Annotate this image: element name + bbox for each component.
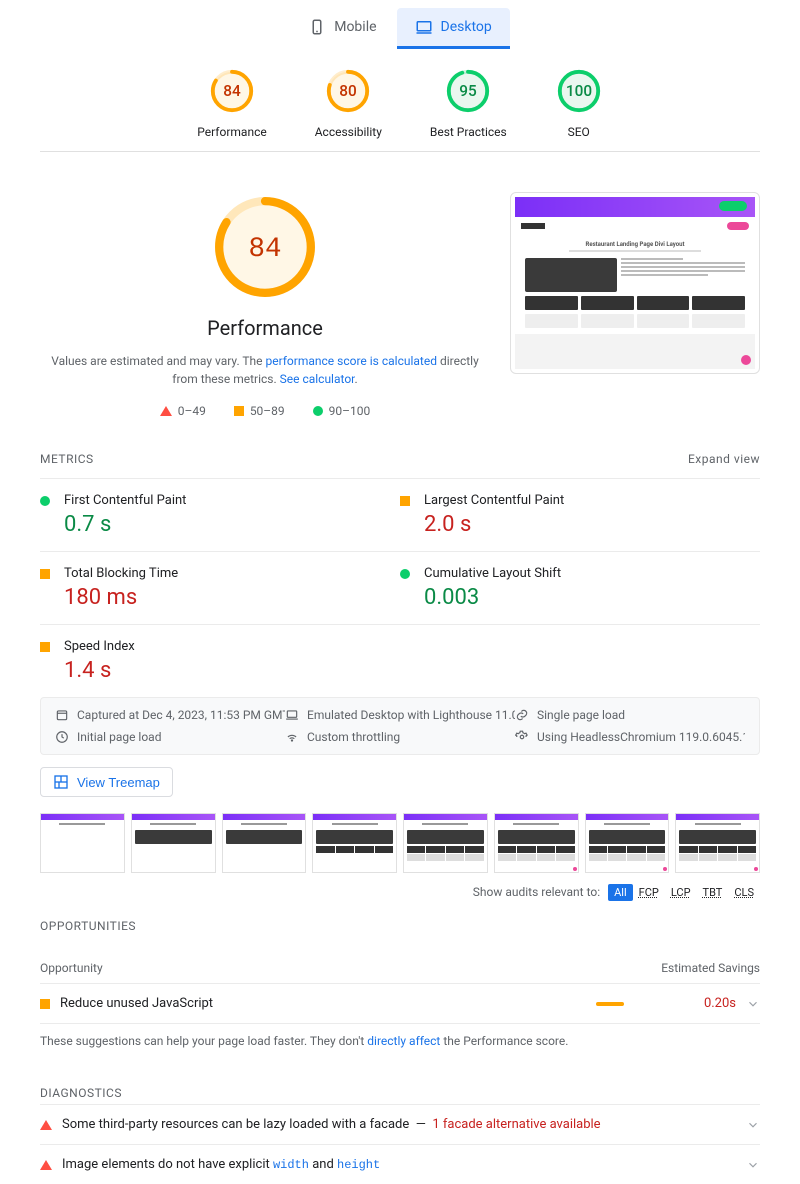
opportunities-note: These suggestions can help your page loa…	[40, 1023, 760, 1058]
triangle-icon	[40, 1120, 52, 1130]
score-legend: 0–49 50–89 90–100	[50, 404, 480, 418]
link-directly-affect[interactable]: directly affect	[367, 1034, 440, 1048]
treemap-icon	[53, 774, 69, 790]
clock-icon	[55, 730, 69, 744]
opp-col-opportunity: Opportunity	[40, 961, 103, 975]
square-icon	[40, 569, 50, 579]
laptop-icon	[285, 708, 299, 722]
triangle-icon	[160, 406, 172, 416]
svg-text:84: 84	[223, 82, 241, 100]
device-tabs: Mobile Desktop	[0, 0, 800, 49]
metric-first-contentful-paint: First Contentful Paint 0.7 s	[40, 478, 400, 551]
metrics-grid: First Contentful Paint 0.7 s Largest Con…	[0, 466, 800, 697]
chevron-down-icon[interactable]	[746, 997, 760, 1011]
diagnostic-row[interactable]: Image elements do not have explicit widt…	[40, 1144, 760, 1184]
diagnostic-row[interactable]: Some third-party resources can be lazy l…	[40, 1104, 760, 1144]
svg-text:95: 95	[460, 82, 478, 100]
filmstrip-frame[interactable]	[222, 813, 307, 873]
svg-text:100: 100	[566, 82, 592, 100]
page-screenshot: Restaurant Landing Page Divi Layout	[510, 192, 760, 374]
metrics-header: METRICS	[40, 452, 94, 466]
circle-icon	[313, 406, 323, 416]
chevron-down-icon[interactable]	[746, 1118, 760, 1132]
environment-box: Captured at Dec 4, 2023, 11:53 PM GMT+13…	[40, 697, 760, 755]
circle-icon	[400, 569, 410, 579]
tab-desktop[interactable]: Desktop	[397, 8, 510, 49]
filter-chip-fcp[interactable]: FCP	[633, 884, 665, 901]
filmstrip	[0, 797, 800, 873]
svg-text:80: 80	[340, 82, 357, 100]
view-treemap-button[interactable]: View Treemap	[40, 767, 173, 797]
hero-gauge: 84	[210, 192, 320, 302]
metric-total-blocking-time: Total Blocking Time 180 ms	[40, 551, 400, 624]
chevron-down-icon[interactable]	[746, 1158, 760, 1172]
filter-label: Show audits relevant to:	[473, 885, 600, 899]
filmstrip-frame[interactable]	[675, 813, 760, 873]
diagnostics-header: DIAGNOSTICS	[40, 1086, 122, 1100]
metric-cumulative-layout-shift: Cumulative Layout Shift 0.003	[400, 551, 760, 624]
expand-view-button[interactable]: Expand view	[688, 452, 760, 466]
filmstrip-frame[interactable]	[403, 813, 488, 873]
hero-score: 84	[248, 234, 281, 265]
filter-chip-all[interactable]: All	[608, 884, 633, 901]
square-icon	[234, 406, 244, 416]
square-icon	[40, 642, 50, 652]
wifi-icon	[285, 730, 299, 744]
gauge-accessibility[interactable]: 80 Accessibility	[315, 67, 382, 139]
circle-icon	[40, 496, 50, 506]
filmstrip-frame[interactable]	[40, 813, 125, 873]
link-see-calculator[interactable]: See calculator	[280, 372, 355, 386]
filter-chip-tbt[interactable]: TBT	[697, 884, 729, 901]
filter-chip-lcp[interactable]: LCP	[665, 884, 697, 901]
link-icon	[515, 708, 529, 722]
opp-col-savings: Estimated Savings	[661, 961, 760, 975]
filmstrip-frame[interactable]	[312, 813, 397, 873]
filter-chip-cls[interactable]: CLS	[728, 884, 760, 901]
opportunity-row[interactable]: Reduce unused JavaScript 0.20s	[40, 983, 760, 1023]
square-icon	[400, 496, 410, 506]
metric-largest-contentful-paint: Largest Contentful Paint 2.0 s	[400, 478, 760, 551]
gear-icon	[515, 730, 529, 744]
tab-mobile-label: Mobile	[334, 19, 376, 35]
hero-title: Performance	[50, 316, 480, 340]
metric-speed-index: Speed Index 1.4 s	[40, 624, 400, 697]
filmstrip-frame[interactable]	[131, 813, 216, 873]
link-score-calculated[interactable]: performance score is calculated	[266, 354, 437, 368]
gauge-best-practices[interactable]: 95 Best Practices	[430, 67, 507, 139]
square-icon	[40, 999, 50, 1009]
filmstrip-frame[interactable]	[494, 813, 579, 873]
hero-note: Values are estimated and may vary. The p…	[50, 352, 480, 388]
filmstrip-frame[interactable]	[585, 813, 670, 873]
triangle-icon	[40, 1160, 52, 1170]
tab-mobile[interactable]: Mobile	[290, 8, 394, 49]
gauge-seo[interactable]: 100 SEO	[555, 67, 603, 139]
audit-filter-row: Show audits relevant to: AllFCPLCPTBTCLS	[0, 873, 800, 899]
tab-desktop-label: Desktop	[441, 19, 492, 35]
opportunities-header: OPPORTUNITIES	[40, 919, 136, 933]
gauge-performance[interactable]: 84 Performance	[197, 67, 266, 139]
gauges-row: 84 Performance 80 Accessibility 95 Best …	[40, 49, 760, 152]
calendar-icon	[55, 708, 69, 722]
